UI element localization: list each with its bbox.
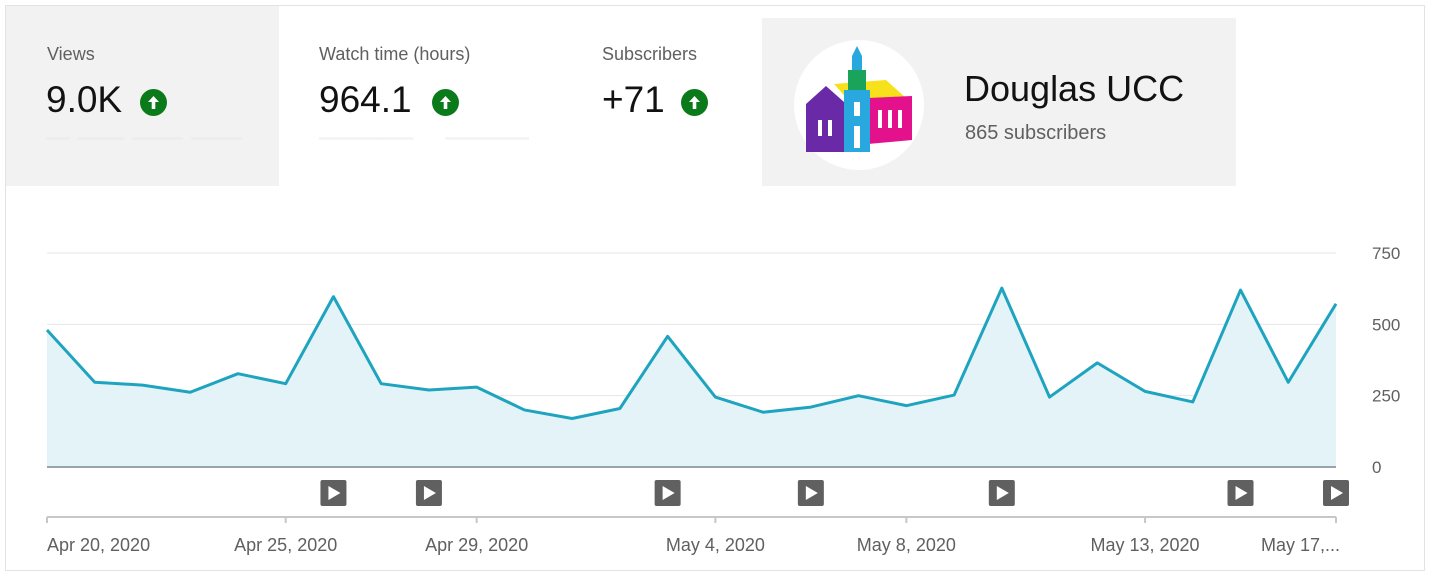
x-tick-label: May 8, 2020 (857, 535, 956, 555)
x-tick-label: Apr 29, 2020 (425, 535, 528, 555)
y-tick-label: 0 (1372, 458, 1381, 477)
x-tick-label: May 4, 2020 (666, 535, 765, 555)
y-tick-label: 250 (1372, 387, 1400, 406)
views-area (47, 288, 1336, 467)
y-tick-label: 500 (1372, 315, 1400, 334)
y-tick-label: 750 (1372, 244, 1400, 263)
x-tick-label: May 17,... (1261, 535, 1340, 555)
views-chart: 0 250 500 750 Apr 20, 2020 Apr 25, 2020 Apr 29… (45, 244, 1400, 555)
x-tick-label: May 13, 2020 (1090, 535, 1199, 555)
x-tick-label: Apr 20, 2020 (47, 535, 150, 555)
x-tick-label: Apr 25, 2020 (234, 535, 337, 555)
